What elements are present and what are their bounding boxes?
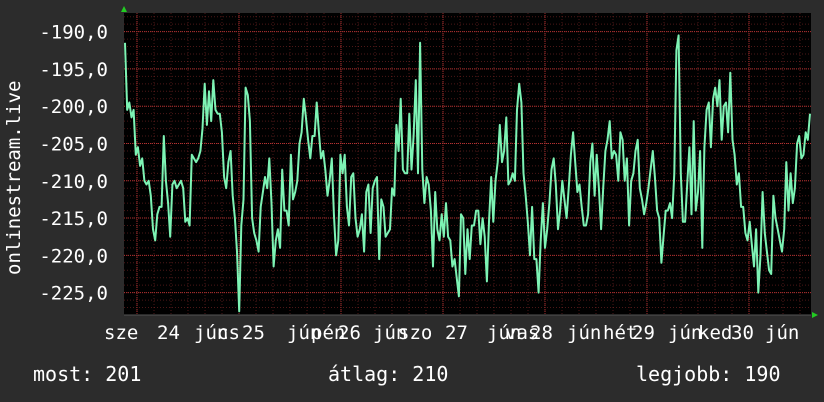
x-tick-label: sze [104, 322, 138, 344]
y-axis-arrow [121, 6, 127, 12]
x-tick-label: 26 [338, 322, 361, 344]
y-tick-label: -190,0 [39, 22, 108, 44]
x-tick-label: 28 [530, 322, 553, 344]
x-tick-label: jún [567, 322, 601, 344]
stat-best: legjobb: 190 [636, 362, 781, 386]
y-tick-label: -210,0 [39, 171, 108, 193]
y-tick-label: -215,0 [39, 208, 108, 230]
x-tick-label: cs [217, 322, 240, 344]
x-tick-label: 24 [157, 322, 180, 344]
stat-average: átlag: 210 [328, 362, 449, 386]
plot-area [124, 13, 811, 315]
y-tick-label: -195,0 [39, 59, 108, 81]
x-tick-label: 30 [731, 322, 754, 344]
y-tick-label: -225,0 [39, 283, 108, 305]
x-tick-label: 25 [242, 322, 265, 344]
stat-current: most: 201 [33, 362, 142, 386]
x-axis-arrow [812, 312, 818, 318]
chart: -190,0 -195,0 -200,0 -205,0 -210,0 -215,0 -220… [0, 0, 824, 402]
x-tick-label: ked [698, 322, 732, 344]
x-tick-label: 27 [445, 322, 468, 344]
y-axis-label: onlinestream.live [3, 81, 25, 275]
x-tick-label: szo [398, 322, 432, 344]
x-tick-label: 29 [632, 322, 655, 344]
chart-svg: -190,0 -195,0 -200,0 -205,0 -210,0 -215,0 -220… [3, 6, 818, 344]
x-tick-label: jún [765, 322, 799, 344]
y-tick-label: -200,0 [39, 96, 108, 118]
y-tick-label: -220,0 [39, 245, 108, 267]
y-tick-label: -205,0 [39, 133, 108, 155]
